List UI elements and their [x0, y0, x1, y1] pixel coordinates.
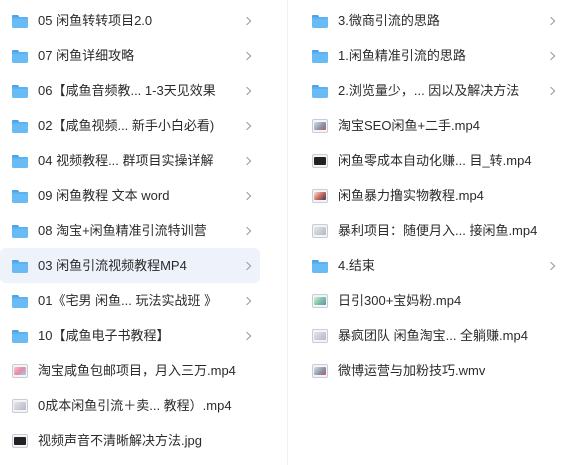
chevron-right-icon[interactable] — [242, 226, 252, 235]
folder-item[interactable]: 2.浏览量少，... 因以及解决方法 — [296, 73, 564, 108]
folder-item[interactable]: 4.结束 — [296, 248, 564, 283]
chevron-right-icon[interactable] — [242, 16, 252, 25]
folder-item[interactable]: 3.微商引流的思路 — [296, 3, 564, 38]
chevron-right-icon[interactable] — [242, 261, 252, 270]
folder-icon — [12, 223, 28, 239]
folder-icon — [312, 48, 328, 64]
folder-item[interactable]: 1.闲鱼精准引流的思路 — [296, 38, 564, 73]
folder-item[interactable]: 06【咸鱼音频教... 1-3天见效果 — [0, 73, 260, 108]
item-label: 03 闲鱼引流视频教程MP4 — [38, 257, 187, 273]
chevron-right-icon[interactable] — [242, 156, 252, 165]
folder-icon — [12, 188, 28, 204]
item-label: 06【咸鱼音频教... 1-3天见效果 — [38, 82, 216, 98]
folder-icon — [12, 83, 28, 99]
file-item[interactable]: 淘宝咸鱼包邮项目，月入三万.mp4 — [0, 353, 260, 388]
item-label: 4.结束 — [338, 257, 375, 273]
video-thumbnail-icon — [312, 223, 328, 239]
video-thumbnail-icon — [312, 328, 328, 344]
file-item[interactable]: 0成本闲鱼引流＋卖... 教程）.mp4 — [0, 388, 260, 423]
item-label: 视频声音不清晰解决方法.jpg — [38, 432, 202, 448]
file-item[interactable]: 闲鱼零成本自动化赚... 目_转.mp4 — [296, 143, 564, 178]
left-file-list: 05 闲鱼转转项目2.0 07 闲鱼详细攻略 06【咸鱼音频教... 1-3天见效果… — [0, 0, 286, 465]
folder-item[interactable]: 07 闲鱼详细攻略 — [0, 38, 260, 73]
chevron-right-icon[interactable] — [546, 86, 556, 95]
file-item[interactable]: 日引300+宝妈粉.mp4 — [296, 283, 564, 318]
item-label: 08 淘宝+闲鱼精准引流特训营 — [38, 222, 207, 238]
chevron-right-icon[interactable] — [242, 86, 252, 95]
video-thumbnail-icon — [12, 433, 28, 449]
file-item[interactable]: 微博运营与加粉技巧.wmv — [296, 353, 564, 388]
folder-item[interactable]: 02【咸鱼视频... 新手小白必看) — [0, 108, 260, 143]
item-label: 1.闲鱼精准引流的思路 — [338, 47, 466, 63]
folder-icon — [12, 13, 28, 29]
chevron-right-icon[interactable] — [546, 51, 556, 60]
item-label: 闲鱼暴力撸实物教程.mp4 — [338, 187, 484, 203]
item-label: 闲鱼零成本自动化赚... 目_转.mp4 — [338, 152, 532, 168]
item-label: 淘宝SEO闲鱼+二手.mp4 — [338, 117, 480, 133]
folder-icon — [312, 83, 328, 99]
folder-icon — [12, 328, 28, 344]
folder-item[interactable]: 04 视频教程... 群项目实操详解 — [0, 143, 260, 178]
folder-item[interactable]: 10【咸鱼电子书教程】 — [0, 318, 260, 353]
file-item[interactable]: 暴疯团队 闲鱼淘宝... 全躺赚.mp4 — [296, 318, 564, 353]
chevron-right-icon[interactable] — [242, 51, 252, 60]
folder-item[interactable]: 08 淘宝+闲鱼精准引流特训营 — [0, 213, 260, 248]
item-label: 淘宝咸鱼包邮项目，月入三万.mp4 — [38, 362, 236, 378]
item-label: 10【咸鱼电子书教程】 — [38, 327, 170, 343]
item-label: 日引300+宝妈粉.mp4 — [338, 292, 462, 308]
file-item[interactable]: 视频声音不清晰解决方法.jpg — [0, 423, 260, 458]
item-label: 2.浏览量少，... 因以及解决方法 — [338, 82, 520, 98]
item-label: 01《宅男 闲鱼... 玩法实战班 》 — [38, 292, 218, 308]
video-thumbnail-icon — [312, 118, 328, 134]
chevron-right-icon[interactable] — [242, 331, 252, 340]
chevron-right-icon[interactable] — [546, 16, 556, 25]
item-label: 05 闲鱼转转项目2.0 — [38, 12, 153, 28]
file-item[interactable]: 闲鱼暴力撸实物教程.mp4 — [296, 178, 564, 213]
video-thumbnail-icon — [12, 363, 28, 379]
video-thumbnail-icon — [312, 363, 328, 379]
chevron-right-icon[interactable] — [546, 261, 556, 270]
item-label: 02【咸鱼视频... 新手小白必看) — [38, 117, 215, 133]
item-label: 微博运营与加粉技巧.wmv — [338, 362, 486, 378]
item-label: 3.微商引流的思路 — [338, 12, 440, 28]
folder-icon — [312, 258, 328, 274]
item-label: 0成本闲鱼引流＋卖... 教程）.mp4 — [38, 397, 232, 413]
item-label: 暴疯团队 闲鱼淘宝... 全躺赚.mp4 — [338, 327, 528, 343]
folder-icon — [12, 48, 28, 64]
folder-item[interactable]: 05 闲鱼转转项目2.0 — [0, 3, 260, 38]
video-thumbnail-icon — [312, 293, 328, 309]
item-label: 04 视频教程... 群项目实操详解 — [38, 152, 214, 168]
folder-icon — [12, 293, 28, 309]
video-thumbnail-icon — [12, 398, 28, 414]
folder-icon — [312, 13, 328, 29]
folder-icon — [12, 118, 28, 134]
item-label: 暴利项目：随便月入... 接闲鱼.mp4 — [338, 222, 538, 238]
folder-icon — [12, 258, 28, 274]
folder-item[interactable]: 03 闲鱼引流视频教程MP4 — [0, 248, 260, 283]
file-item[interactable]: 淘宝SEO闲鱼+二手.mp4 — [296, 108, 564, 143]
folder-icon — [12, 153, 28, 169]
chevron-right-icon[interactable] — [242, 191, 252, 200]
chevron-right-icon[interactable] — [242, 121, 252, 130]
chevron-right-icon[interactable] — [242, 296, 252, 305]
video-thumbnail-icon — [312, 153, 328, 169]
item-label: 07 闲鱼详细攻略 — [38, 47, 135, 63]
folder-item[interactable]: 09 闲鱼教程 文本 word — [0, 178, 260, 213]
video-thumbnail-icon — [312, 188, 328, 204]
right-file-list: 3.微商引流的思路 1.闲鱼精准引流的思路 2.浏览量少，... 因以及解决方法 淘宝… — [296, 0, 579, 465]
item-label: 09 闲鱼教程 文本 word — [38, 187, 170, 203]
column-divider — [287, 0, 288, 465]
file-item[interactable]: 暴利项目：随便月入... 接闲鱼.mp4 — [296, 213, 564, 248]
folder-item[interactable]: 01《宅男 闲鱼... 玩法实战班 》 — [0, 283, 260, 318]
